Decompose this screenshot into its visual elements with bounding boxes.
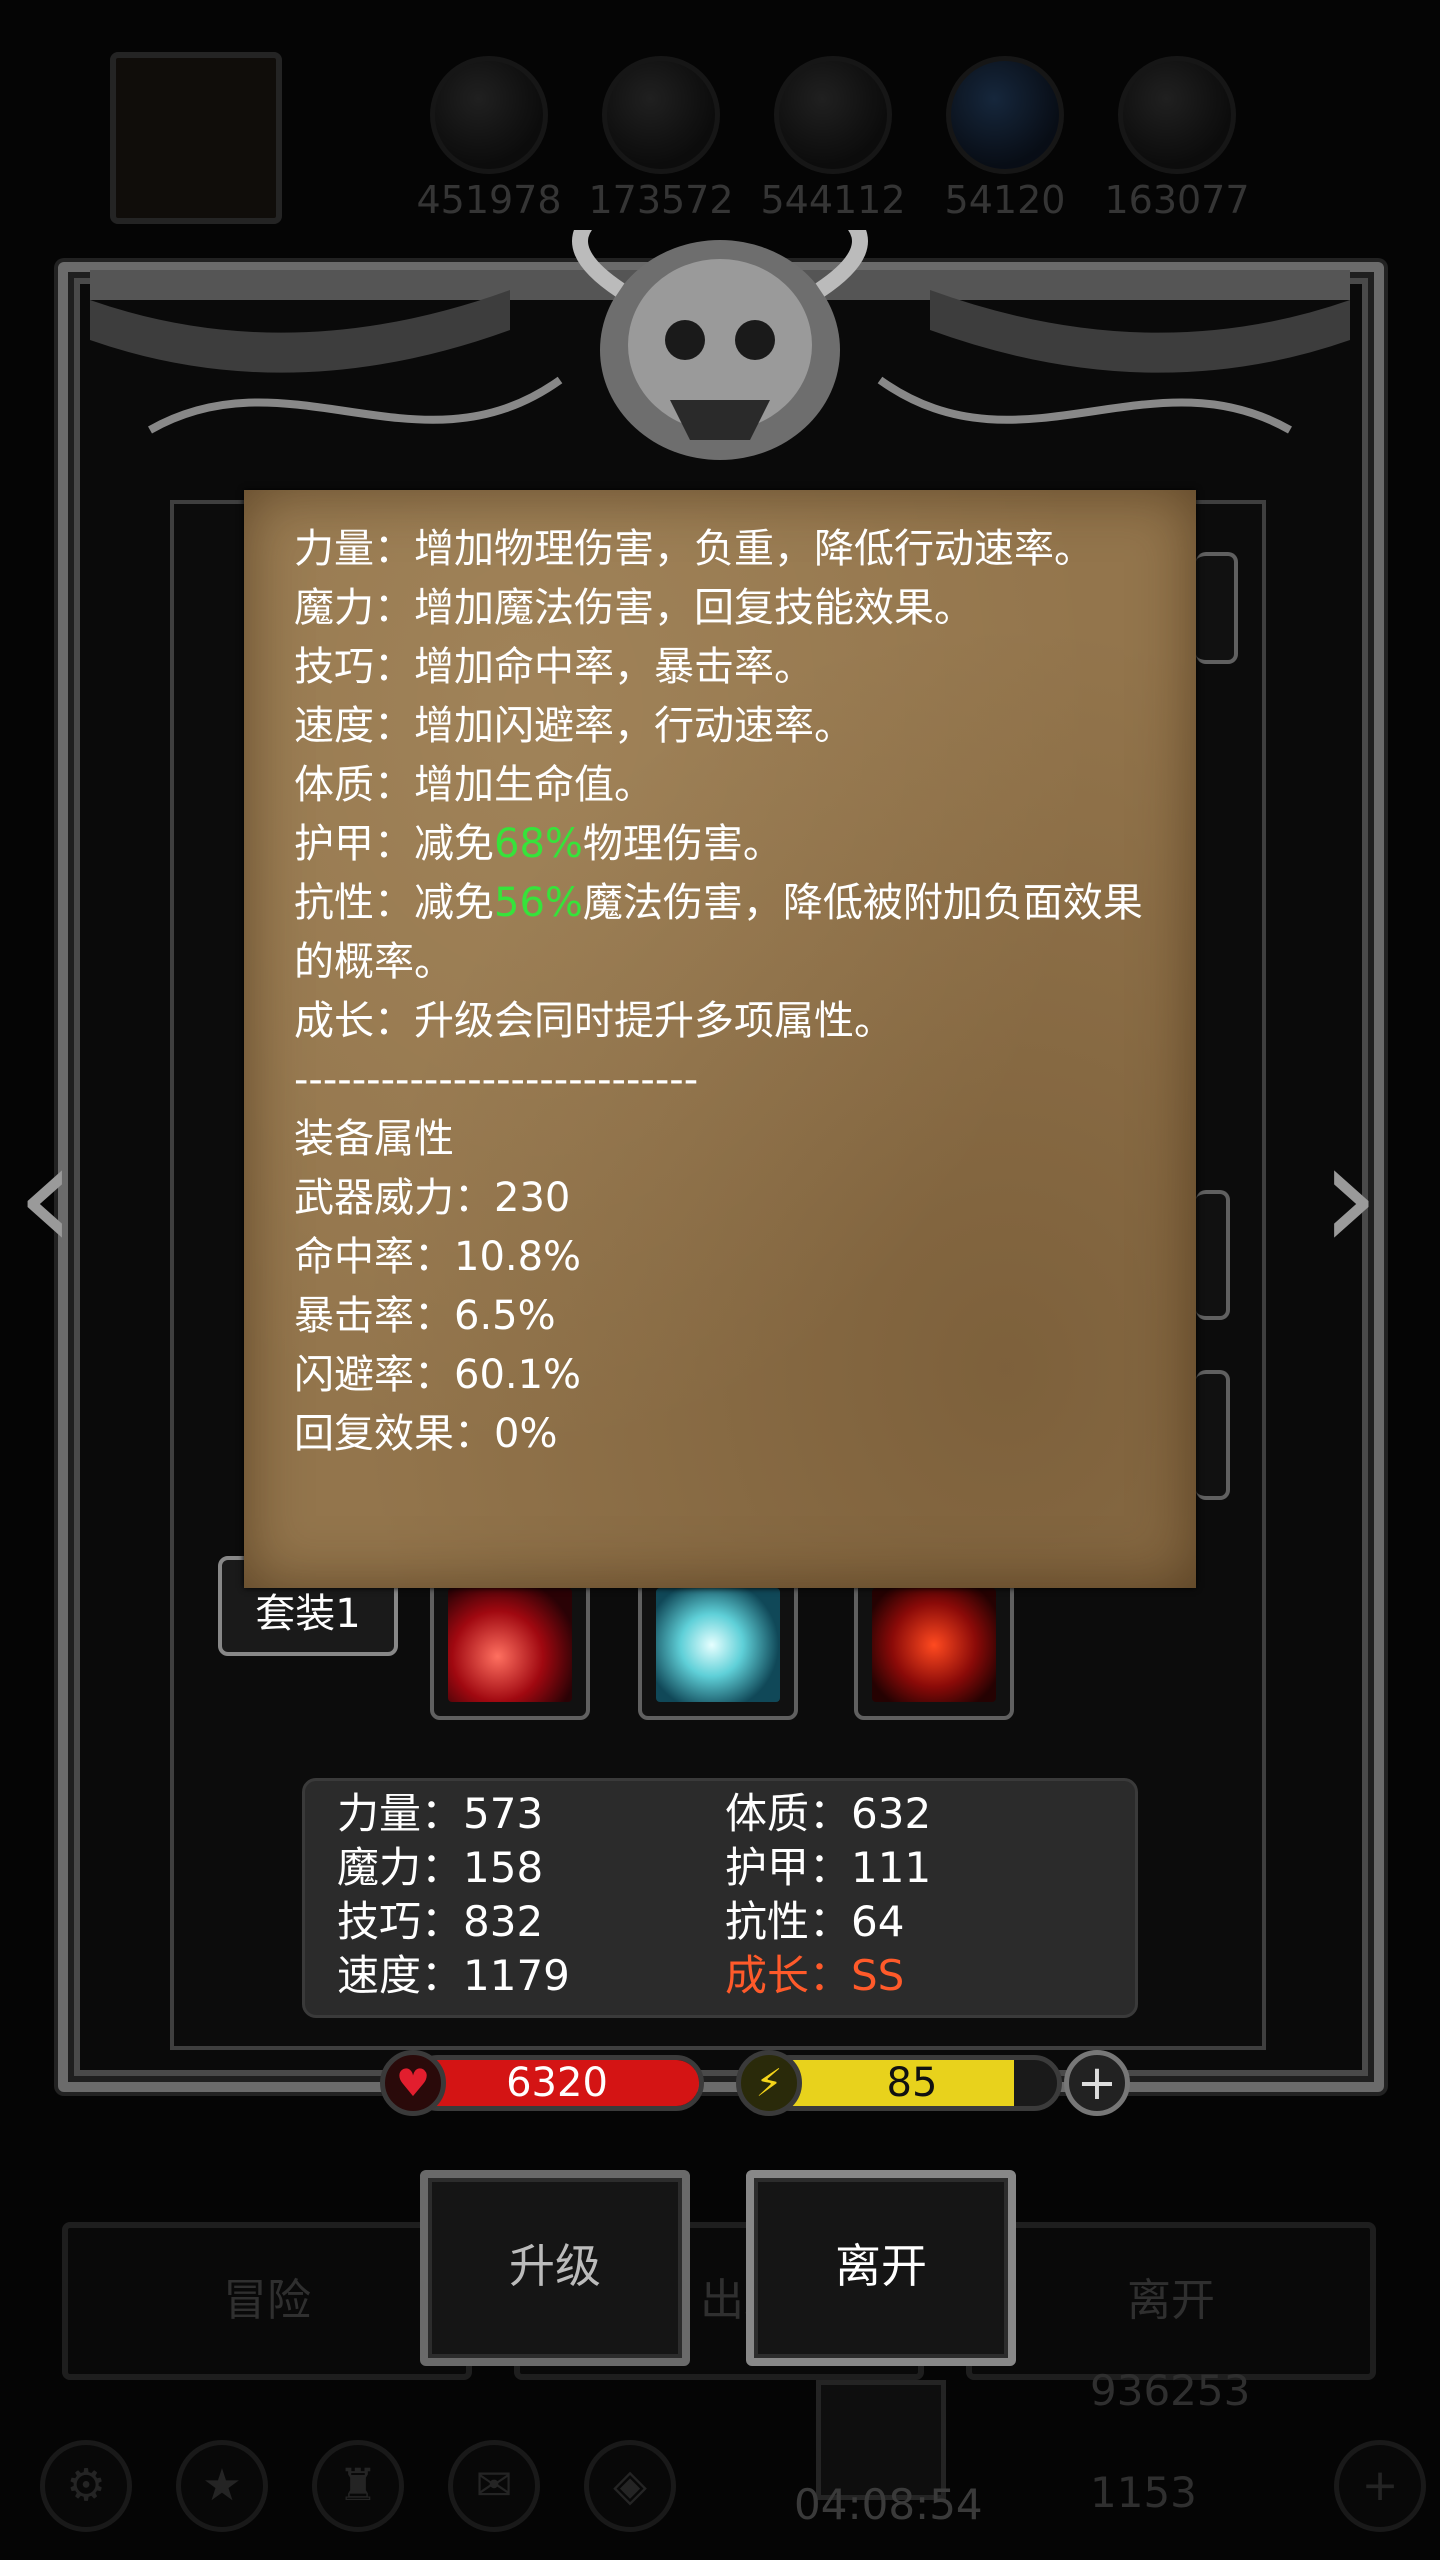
skill-slot[interactable]: [430, 1570, 590, 1720]
skull-crest-ornament: [90, 230, 1350, 460]
resist-text: 抗性：减免: [294, 880, 494, 926]
tower-icon: ♜: [312, 2440, 404, 2532]
skill-slot[interactable]: [854, 1570, 1014, 1720]
crit-rate: 暴击率：6.5%: [294, 1293, 556, 1339]
strength-description: 力量：增加物理伤害，负重，降低行动速率。: [294, 526, 1094, 572]
resource-value: 544112: [760, 178, 906, 222]
stat-skill: 技巧：832: [337, 1897, 544, 1946]
stat-constitution: 体质：632: [725, 1789, 932, 1838]
stat-magic: 魔力：158: [337, 1843, 544, 1892]
mail-icon: ✉: [448, 2440, 540, 2532]
stat-resistance: 抗性：64: [725, 1897, 905, 1946]
recovery-effect: 回复效果：0%: [294, 1411, 558, 1457]
blue-crystal-icon: [946, 56, 1064, 174]
previous-arrow-icon[interactable]: ‹: [16, 1110, 76, 1284]
armor-text-end: 物理伤害。: [582, 821, 783, 867]
hp-value: 6320: [506, 2060, 608, 2106]
heart-icon: ♥: [380, 2050, 446, 2116]
achievements-icon: ★: [176, 2440, 268, 2532]
stone-icon: [774, 56, 892, 174]
timer-text: 04:08:54: [794, 2480, 983, 2529]
resource-value: 451978: [416, 178, 562, 222]
equip-slot[interactable]: [1196, 552, 1238, 664]
skill-description: 技巧：增加命中率，暴击率。: [294, 644, 814, 690]
settings-icon: ⚙: [40, 2440, 132, 2532]
equip-slot[interactable]: [1196, 1370, 1230, 1500]
stat-speed: 速度：1179: [337, 1951, 570, 2000]
magic-description: 魔力：增加魔法伤害，回复技能效果。: [294, 585, 974, 631]
orange-meat-icon: [430, 56, 548, 174]
adventure-button: 冒险: [62, 2222, 472, 2380]
divider: ----------------------------: [294, 1057, 699, 1103]
hero-portrait: [110, 52, 282, 224]
energy-value: 85: [886, 2060, 938, 2106]
next-arrow-icon[interactable]: ›: [1320, 1110, 1380, 1284]
constitution-description: 体质：增加生命值。: [294, 762, 654, 808]
stats-panel: 力量：573 魔力：158 技巧：832 速度：1179 体质：632 护甲：1…: [302, 1778, 1138, 2018]
shop-icon: ◈: [584, 2440, 676, 2532]
wood-log-icon: [602, 56, 720, 174]
leave-button[interactable]: 离开: [746, 2170, 1016, 2366]
weapon-power: 武器威力：230: [294, 1175, 571, 1221]
armor-description: 护甲：减免68%物理伤害。: [294, 815, 1146, 874]
leave-nav-button: 离开: [966, 2222, 1376, 2380]
add-gems-icon: +: [1334, 2440, 1426, 2532]
resistance-description: 抗性：减免56%魔法伤害，降低被附加负面效果的概率。: [294, 874, 1146, 992]
flame-blade-skill-icon: [872, 1588, 996, 1702]
gems-value: 1153: [1090, 2468, 1197, 2517]
add-energy-icon[interactable]: +: [1064, 2050, 1130, 2116]
ice-whirl-skill-icon: [656, 1588, 780, 1702]
skill-slot[interactable]: [638, 1570, 798, 1720]
stat-strength: 力量：573: [337, 1789, 544, 1838]
speed-description: 速度：增加闪避率，行动速率。: [294, 703, 854, 749]
armor-reduction-value: 68%: [494, 821, 583, 867]
armor-text: 护甲：减免: [294, 821, 494, 867]
gold-value: 936253: [1090, 2366, 1251, 2415]
lightning-icon: ⚡: [736, 2050, 802, 2116]
dodge-rate: 闪避率：60.1%: [294, 1352, 582, 1398]
iron-icon: [1118, 56, 1236, 174]
equip-slot[interactable]: [1196, 1190, 1230, 1320]
hp-bar: 6320: [410, 2055, 704, 2111]
set-label: 套装1: [255, 1591, 361, 1637]
stat-armor: 护甲：111: [725, 1843, 932, 1892]
resource-value: 163077: [1104, 178, 1250, 222]
upgrade-button[interactable]: 升级: [420, 2170, 690, 2366]
stat-growth: 成长：SS: [725, 1951, 905, 2000]
equipment-attributes-title: 装备属性: [294, 1116, 454, 1162]
energy-bar: 85: [762, 2055, 1062, 2111]
resist-reduction-value: 56%: [494, 880, 583, 926]
hit-rate: 命中率：10.8%: [294, 1234, 582, 1280]
growth-description: 成长：升级会同时提升多项属性。: [294, 998, 894, 1044]
resource-value: 173572: [588, 178, 734, 222]
attribute-info-popup: 力量：增加物理伤害，负重，降低行动速率。 魔力：增加魔法伤害，回复技能效果。 技…: [244, 490, 1196, 1588]
resource-value: 54120: [944, 178, 1066, 222]
red-slash-skill-icon: [448, 1588, 572, 1702]
